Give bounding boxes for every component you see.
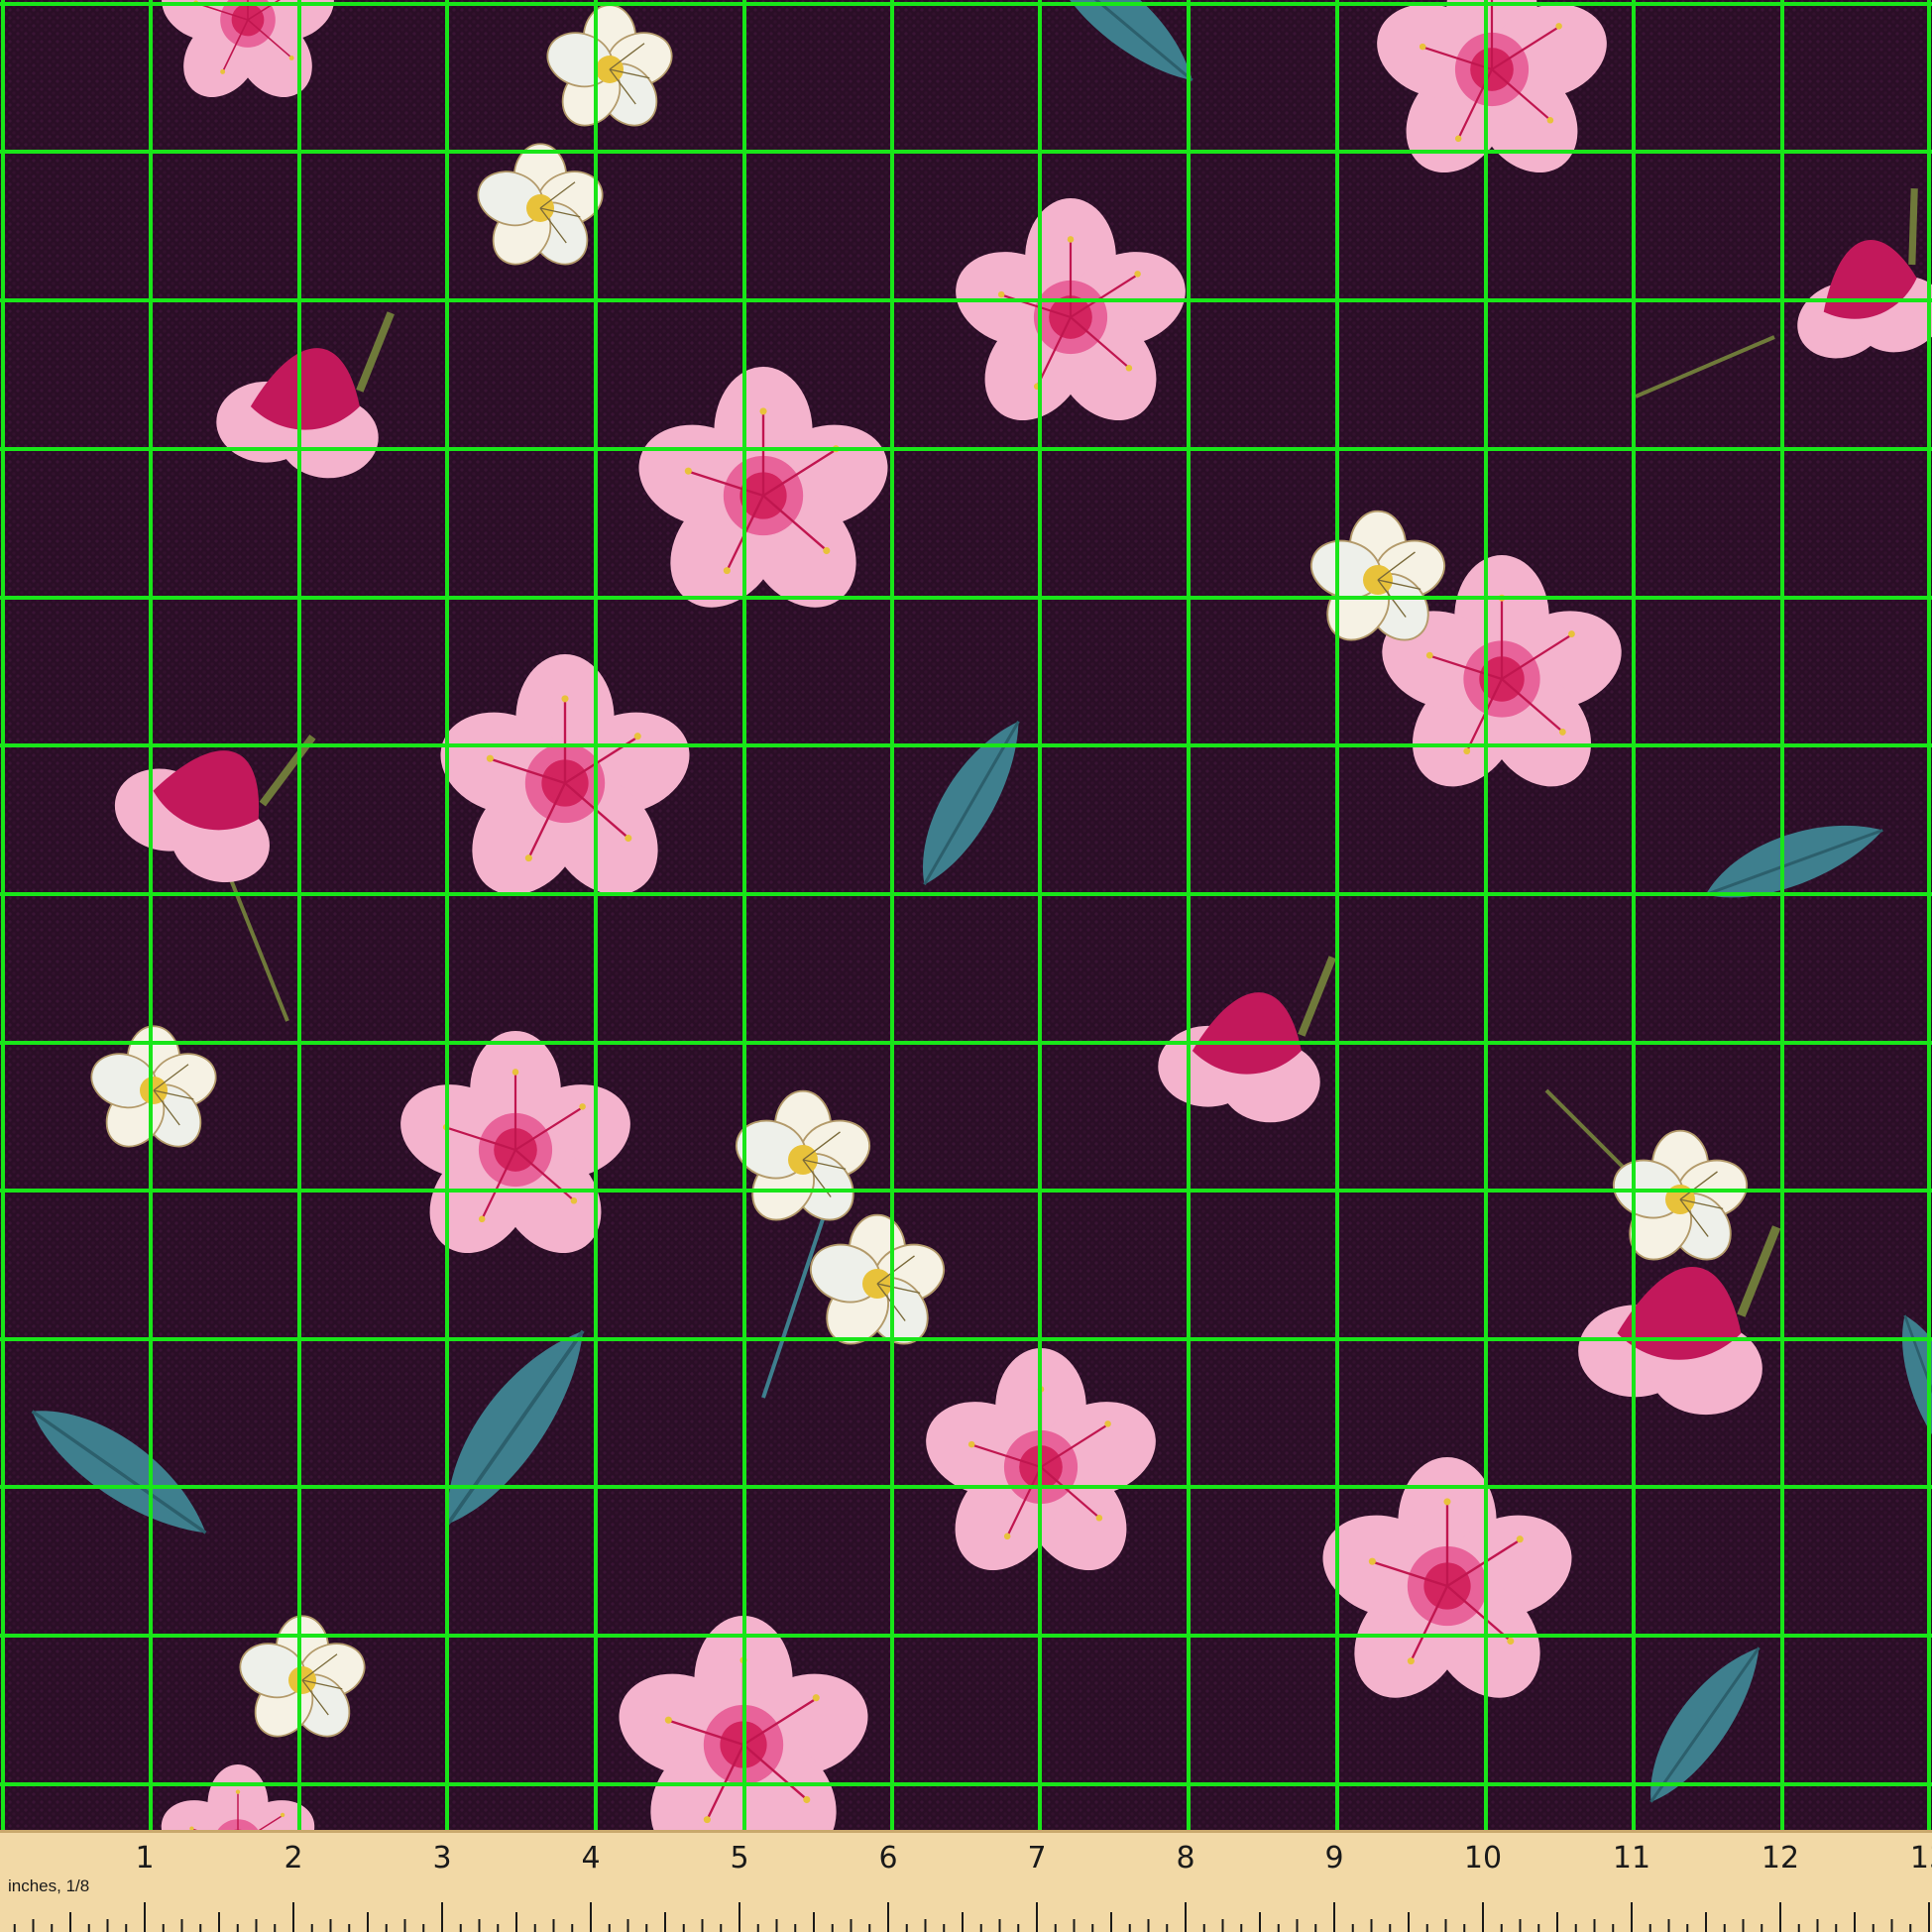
- fabric-pattern: [0, 0, 1932, 1830]
- ruler-number: 6: [878, 1841, 897, 1875]
- ruler-number: 2: [284, 1841, 302, 1875]
- ruler-number: 10: [1464, 1841, 1502, 1875]
- ruler-number: 13: [1910, 1841, 1932, 1875]
- measuring-ruler: 12345678910111213 inches, 1/8: [0, 1830, 1932, 1932]
- ruler-number: 9: [1324, 1841, 1343, 1875]
- ruler-number: 1: [135, 1841, 154, 1875]
- ruler-number: 8: [1176, 1841, 1194, 1875]
- ruler-number: 4: [581, 1841, 600, 1875]
- ruler-number: 11: [1613, 1841, 1650, 1875]
- product-photo: 12345678910111213 inches, 1/8: [0, 0, 1932, 1932]
- ruler-number: 12: [1762, 1841, 1799, 1875]
- ruler-unit-label: inches, 1/8: [8, 1876, 89, 1895]
- ruler-number: 7: [1027, 1841, 1046, 1875]
- ruler-number: 5: [730, 1841, 748, 1875]
- ruler-number: 3: [432, 1841, 451, 1875]
